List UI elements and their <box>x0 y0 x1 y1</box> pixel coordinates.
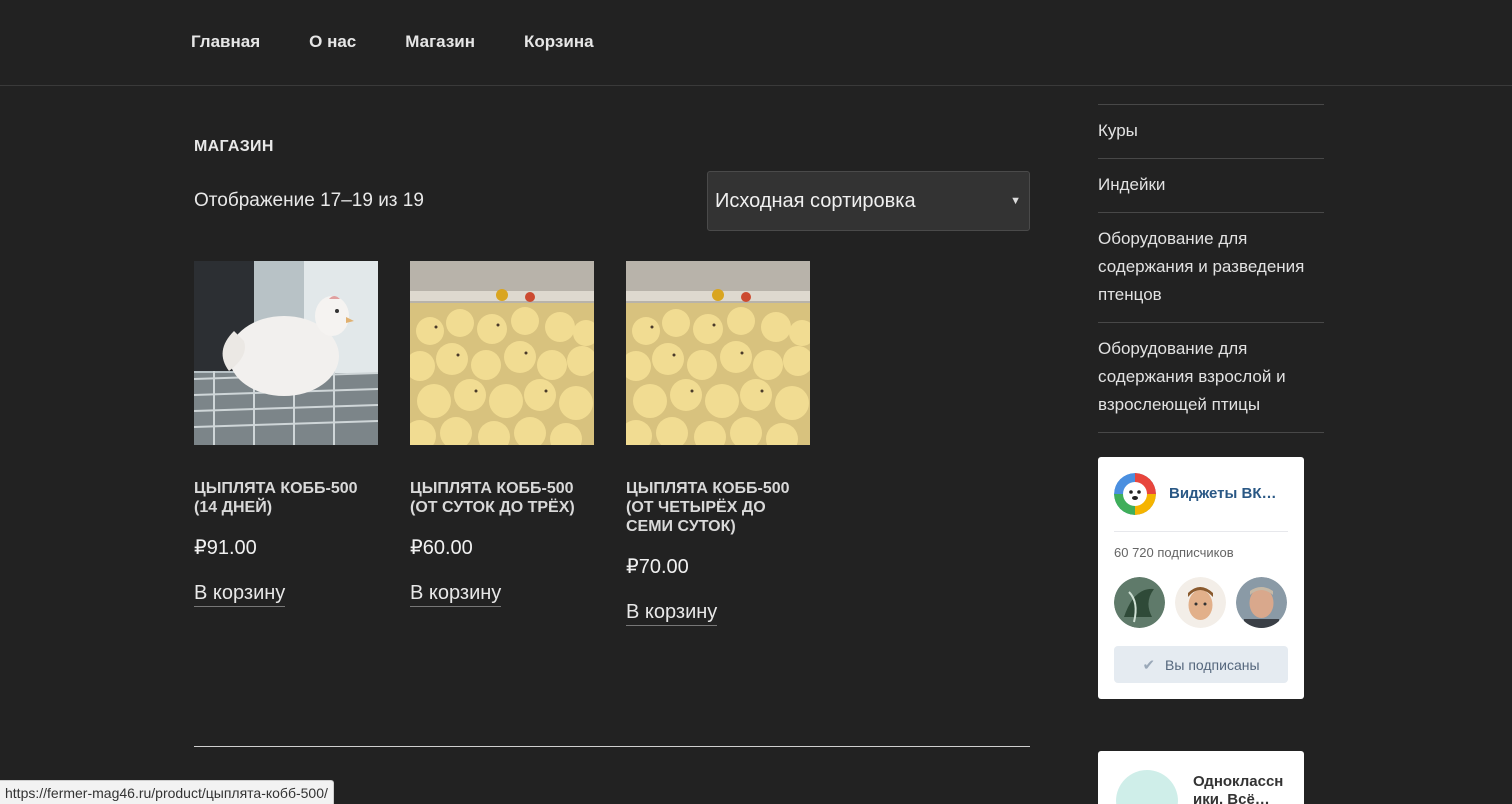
product-card: ЦЫПЛЯТА КОББ-500 (ОТ ЧЕТЫРЁХ ДО СЕМИ СУТ… <box>626 261 810 626</box>
vk-subscribed-button[interactable]: ✔ Вы подписаны <box>1114 646 1288 683</box>
category-item-chickens[interactable]: Куры <box>1098 104 1324 158</box>
avatar[interactable] <box>1236 577 1287 628</box>
result-count: Отображение 17–19 из 19 <box>194 190 424 211</box>
product-price: ₽91.00 <box>194 537 257 559</box>
add-to-cart-button[interactable]: В корзину <box>194 582 286 607</box>
product-price: ₽60.00 <box>410 537 473 559</box>
product-price: ₽70.00 <box>626 556 689 578</box>
category-item-turkeys[interactable]: Индейки <box>1098 158 1324 212</box>
vk-subscriber-count[interactable]: 60 720 подписчиков <box>1114 545 1234 560</box>
category-item-chick-equipment[interactable]: Оборудование для содержания и разведения… <box>1098 212 1324 322</box>
status-bar-url: https://fermer-mag46.ru/product/цыплята-… <box>0 780 334 804</box>
vk-widget: Виджеты ВК… 60 720 подписчиков ✔ Вы подп… <box>1098 457 1304 699</box>
content-divider <box>194 746 1030 747</box>
product-title[interactable]: ЦЫПЛЯТА КОББ-500 (ОТ ЧЕТЫРЁХ ДО СЕМИ СУТ… <box>626 479 810 536</box>
product-card: ЦЫПЛЯТА КОББ-500 (14 ДНЕЙ) ₽91.00 В корз… <box>194 261 378 607</box>
add-to-cart-button[interactable]: В корзину <box>626 601 718 626</box>
checkmark-icon: ✔ <box>1142 656 1156 674</box>
nav-shop[interactable]: Магазин <box>405 32 475 52</box>
category-item-adult-equipment[interactable]: Оборудование для содержания взрослой и в… <box>1098 322 1324 433</box>
avatar[interactable] <box>1114 577 1165 628</box>
product-card: ЦЫПЛЯТА КОББ-500 (ОТ СУТОК ДО ТРЁХ) ₽60.… <box>410 261 594 607</box>
vk-subscribed-label: Вы подписаны <box>1165 656 1260 673</box>
avatar[interactable] <box>1175 577 1226 628</box>
nav-home[interactable]: Главная <box>191 32 260 52</box>
vk-widget-logo-icon[interactable] <box>1114 473 1156 515</box>
sort-select-value: Исходная сортировка <box>715 189 916 212</box>
ok-widget: Одноклассн ики. Всё… <box>1098 751 1304 804</box>
nav-about[interactable]: О нас <box>309 32 356 52</box>
ok-group-logo-icon[interactable] <box>1116 770 1178 804</box>
sort-select[interactable]: Исходная сортировка ▼ <box>707 171 1030 231</box>
vk-divider <box>1114 531 1288 532</box>
product-image[interactable] <box>410 261 594 445</box>
product-image[interactable] <box>194 261 378 445</box>
dropdown-arrow-icon: ▼ <box>1010 195 1021 207</box>
page-title: МАГАЗИН <box>194 138 274 155</box>
main-menu: Главная О нас Магазин Корзина <box>191 32 594 52</box>
top-navigation: Главная О нас Магазин Корзина <box>0 0 1512 86</box>
vk-group-name[interactable]: Виджеты ВК… <box>1169 485 1276 502</box>
product-title[interactable]: ЦЫПЛЯТА КОББ-500 (14 ДНЕЙ) <box>194 479 378 517</box>
nav-cart[interactable]: Корзина <box>524 32 594 52</box>
product-image[interactable] <box>626 261 810 445</box>
product-title[interactable]: ЦЫПЛЯТА КОББ-500 (ОТ СУТОК ДО ТРЁХ) <box>410 479 594 517</box>
ok-group-name[interactable]: Одноклассн ики. Всё… <box>1193 773 1283 804</box>
add-to-cart-button[interactable]: В корзину <box>410 582 502 607</box>
category-list: Куры Индейки Оборудование для содержания… <box>1098 104 1324 433</box>
